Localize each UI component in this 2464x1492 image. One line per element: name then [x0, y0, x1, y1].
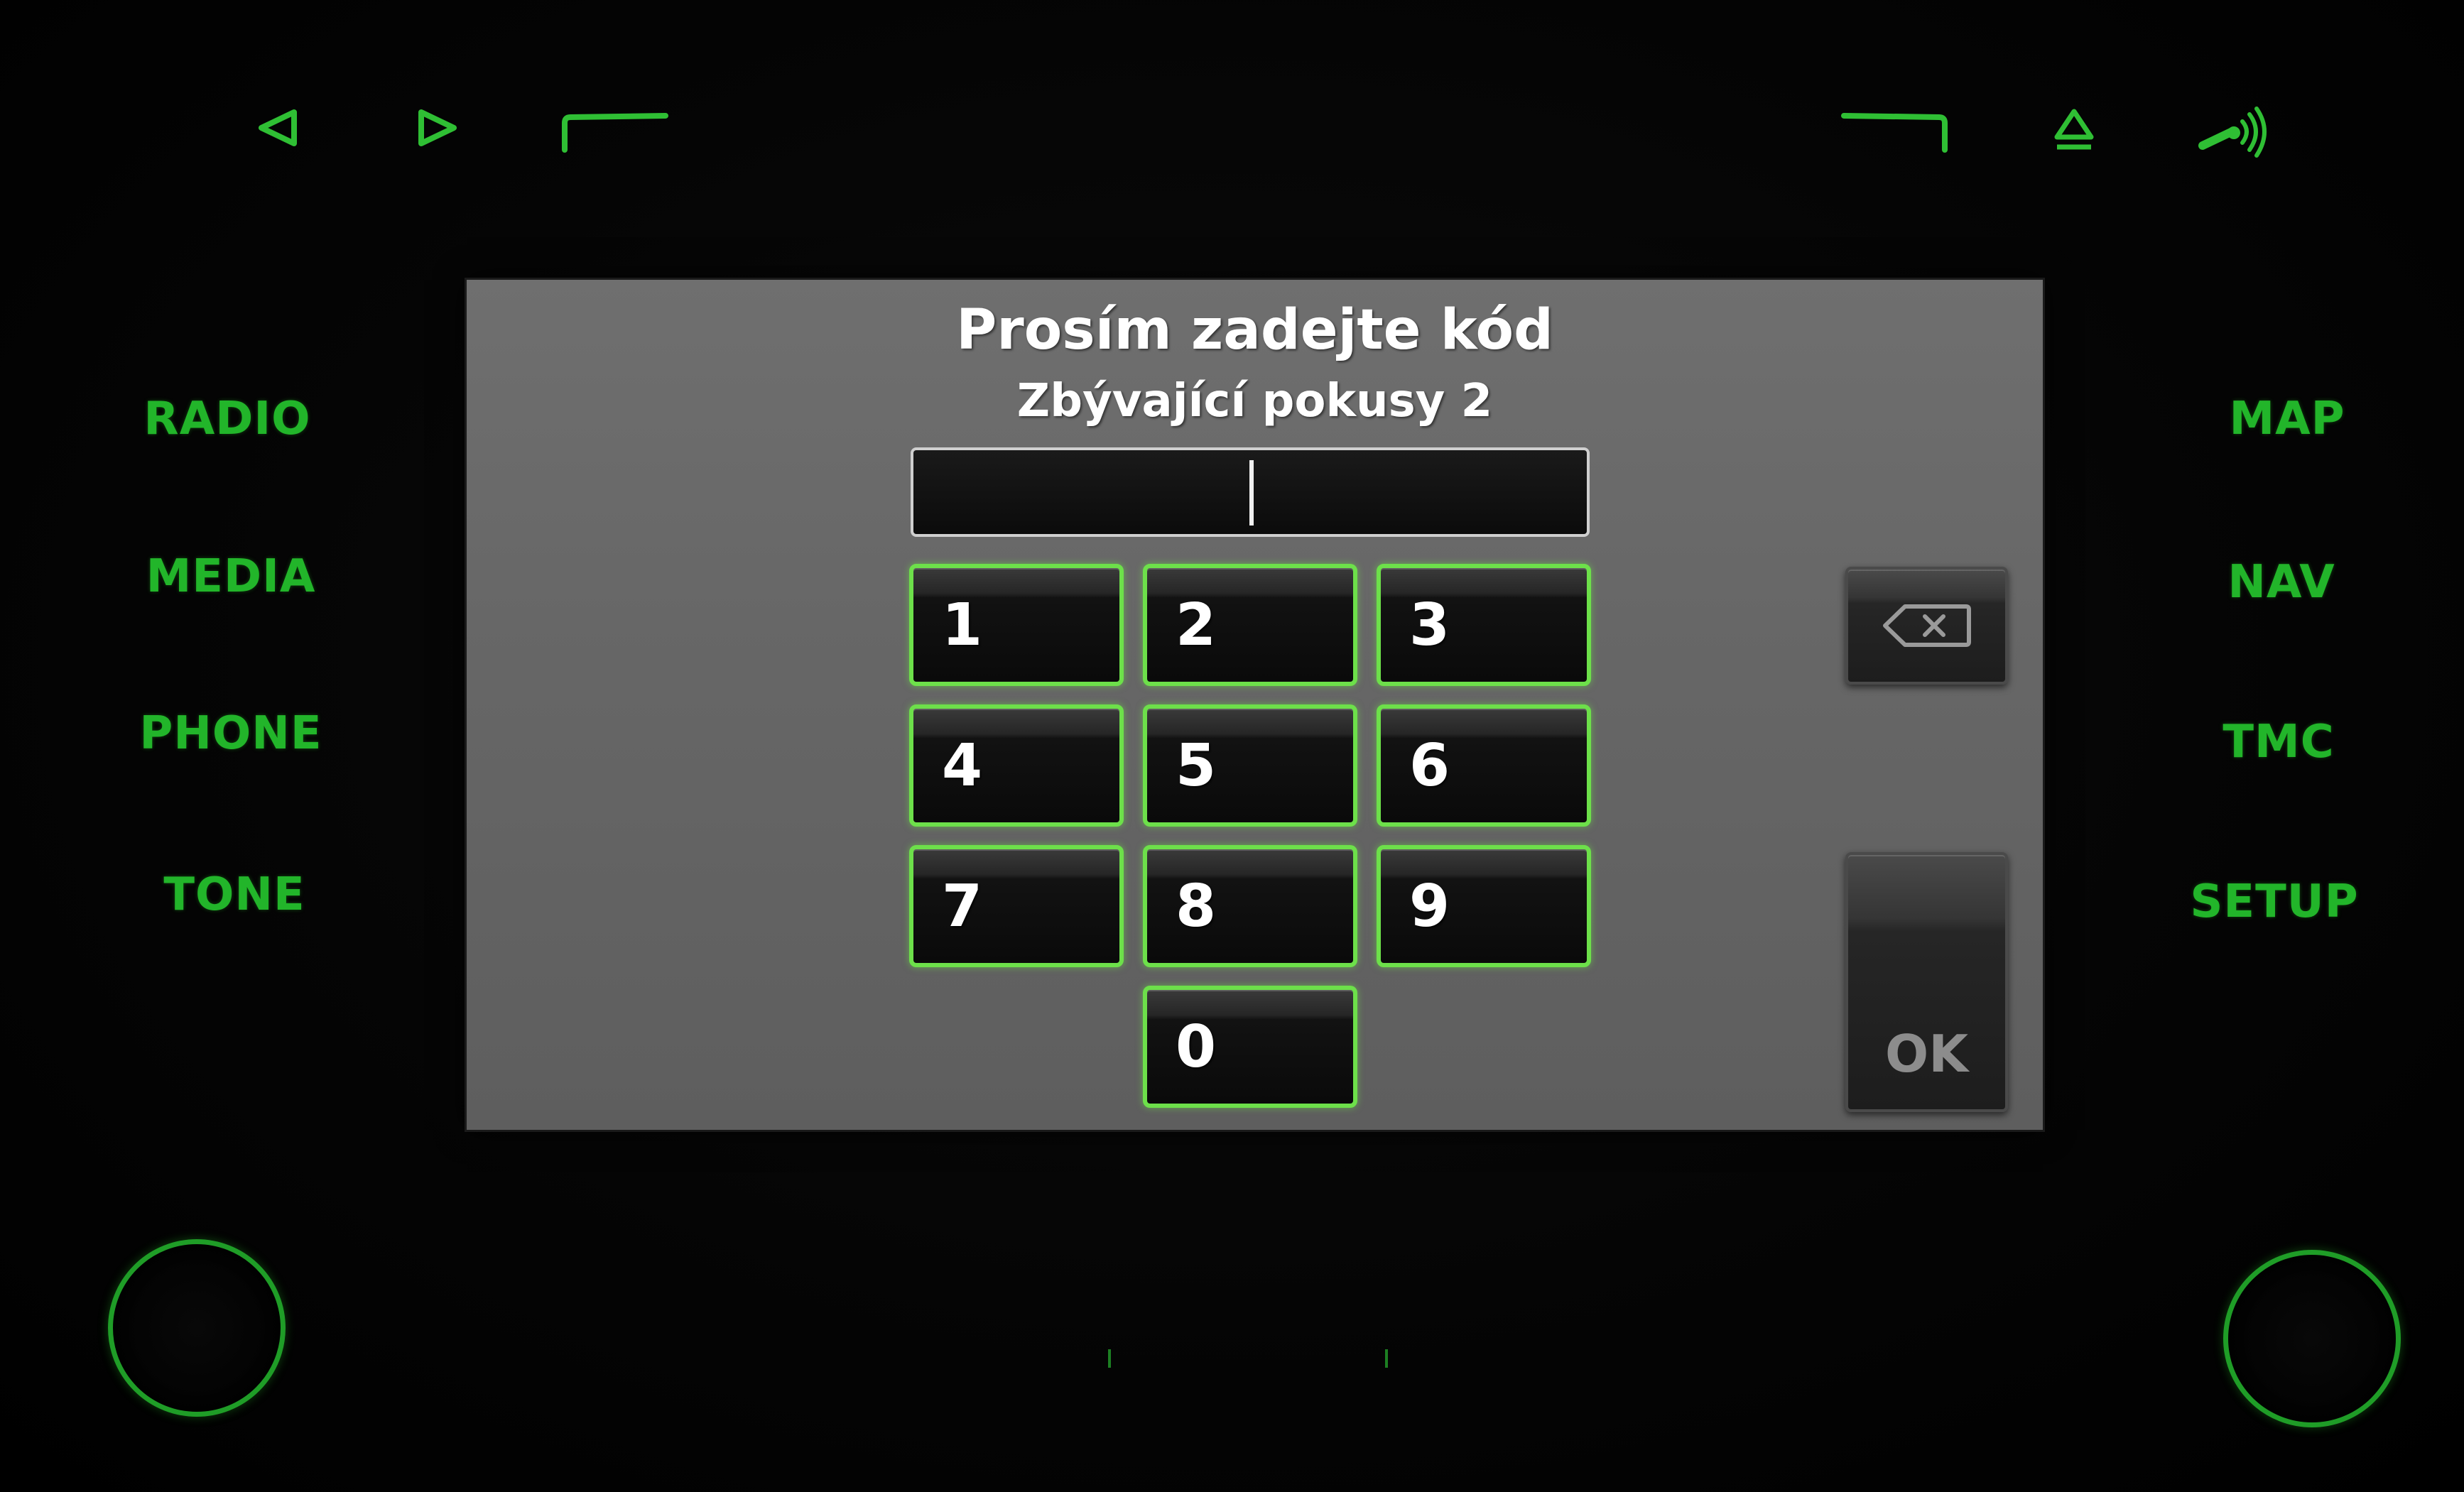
ok-button[interactable]: OK	[1845, 852, 2008, 1112]
tune-knob[interactable]	[2223, 1250, 2401, 1427]
volume-knob[interactable]	[108, 1239, 286, 1417]
voice-command-icon	[2198, 107, 2267, 158]
backspace-icon	[1882, 604, 1971, 647]
tone-button[interactable]: TONE	[107, 856, 362, 934]
tmc-button[interactable]: TMC	[2151, 703, 2406, 781]
key-4[interactable]: 4	[909, 704, 1124, 827]
next-track-button[interactable]	[410, 99, 467, 156]
left-softkey-button[interactable]	[558, 107, 671, 156]
prev-track-button[interactable]	[249, 99, 305, 156]
bezel-tick	[1108, 1349, 1111, 1368]
backspace-button[interactable]	[1845, 567, 2008, 685]
radio-button[interactable]: RADIO	[99, 380, 355, 458]
right-softkey-button[interactable]	[1838, 107, 1952, 156]
triangle-right-icon	[418, 109, 457, 146]
touchscreen: Prosím zadejte kód Zbývající pokusy 2 1 …	[467, 280, 2043, 1130]
bezel-tick	[1385, 1349, 1388, 1368]
remaining-attempts-text: Zbývající pokusy 2	[1016, 375, 1493, 428]
map-button[interactable]: MAP	[2159, 380, 2415, 458]
key-1[interactable]: 1	[909, 564, 1124, 686]
key-3[interactable]: 3	[1377, 564, 1591, 686]
key-9[interactable]: 9	[1377, 845, 1591, 967]
head-unit-bezel: RADIO MEDIA PHONE TONE MAP NAV TMC SETUP…	[0, 0, 2464, 1492]
setup-button[interactable]: SETUP	[2146, 863, 2402, 941]
text-cursor	[1249, 460, 1254, 526]
key-5[interactable]: 5	[1143, 704, 1357, 827]
key-7[interactable]: 7	[909, 845, 1124, 967]
dialog-title: Prosím zadejte kód	[956, 298, 1553, 362]
eject-icon	[2054, 109, 2094, 149]
voice-command-button[interactable]	[2195, 99, 2273, 163]
phone-button[interactable]: PHONE	[103, 695, 359, 773]
nav-button[interactable]: NAV	[2154, 543, 2409, 621]
key-2[interactable]: 2	[1143, 564, 1357, 686]
key-8[interactable]: 8	[1143, 845, 1357, 967]
key-6[interactable]: 6	[1377, 704, 1591, 827]
key-0[interactable]: 0	[1143, 986, 1357, 1108]
triangle-left-icon	[259, 109, 297, 146]
eject-button[interactable]	[2049, 103, 2099, 156]
softkey-bracket-left-icon	[562, 113, 668, 153]
softkey-bracket-right-icon	[1841, 113, 1948, 153]
media-button[interactable]: MEDIA	[103, 538, 359, 616]
